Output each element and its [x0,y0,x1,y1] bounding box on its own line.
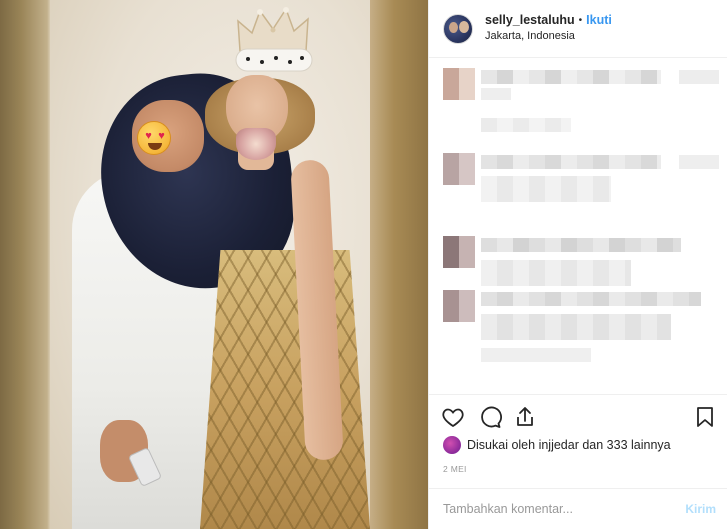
header-row: selly_lestaluhu • Ikuti [485,13,612,28]
photo-gold-dress [200,250,370,529]
post-header: selly_lestaluhu • Ikuti Jakarta, Indones… [429,0,727,58]
user-avatar[interactable] [443,13,473,44]
follow-button[interactable]: Ikuti [586,13,612,28]
comment-icon[interactable] [478,405,502,429]
pixelated-comment-text [481,314,671,340]
pixelated-comment-avatar [443,236,475,268]
heart-eyes-emoji-sticker: ♥ ♥ [137,121,171,155]
likes-summary: Disukai oleh injjedar dan 333 lainnya [443,436,671,454]
pixelated-comment-text [481,88,511,100]
location-link[interactable]: Jakarta, Indonesia [485,29,612,44]
pixelated-comment-text [481,155,661,169]
post-date[interactable]: 2 MEI [443,464,467,474]
post-side-panel: selly_lestaluhu • Ikuti Jakarta, Indones… [428,0,727,529]
pixelated-comment-text [481,260,631,286]
pixelated-comment-avatar [443,68,475,100]
heart-icon[interactable] [441,405,465,429]
pixelated-comment-text [481,70,661,84]
pixelated-comment-text [481,348,591,362]
pixelated-comment-avatar [443,290,475,322]
pixelated-comment-text [481,176,611,202]
pixelated-comment-text [679,155,719,169]
separator-dot: • [578,15,583,26]
bookmark-icon[interactable] [693,405,717,429]
pixelated-comment-text [481,118,571,132]
pixelated-comment-text [481,238,681,252]
pixelated-comment-avatar [443,153,475,185]
post-photo[interactable]: ♥ ♥ [0,0,428,529]
liker-avatar[interactable] [443,436,461,454]
comment-input[interactable] [443,502,653,516]
likes-text[interactable]: Disukai oleh injjedar dan 333 lainnya [467,438,671,452]
pixelated-comment-text [679,70,719,84]
username-link[interactable]: selly_lestaluhu [485,13,575,28]
pixelated-comment-text [481,292,701,306]
action-bar [429,394,727,438]
photo-necklace [236,128,276,160]
header-text: selly_lestaluhu • Ikuti Jakarta, Indones… [485,13,612,44]
comments-list-pixelated [429,58,727,394]
crown-icon [235,7,313,72]
send-button[interactable]: Kirim [685,502,716,516]
comment-bar: Kirim [429,488,727,529]
share-icon[interactable] [513,405,537,429]
